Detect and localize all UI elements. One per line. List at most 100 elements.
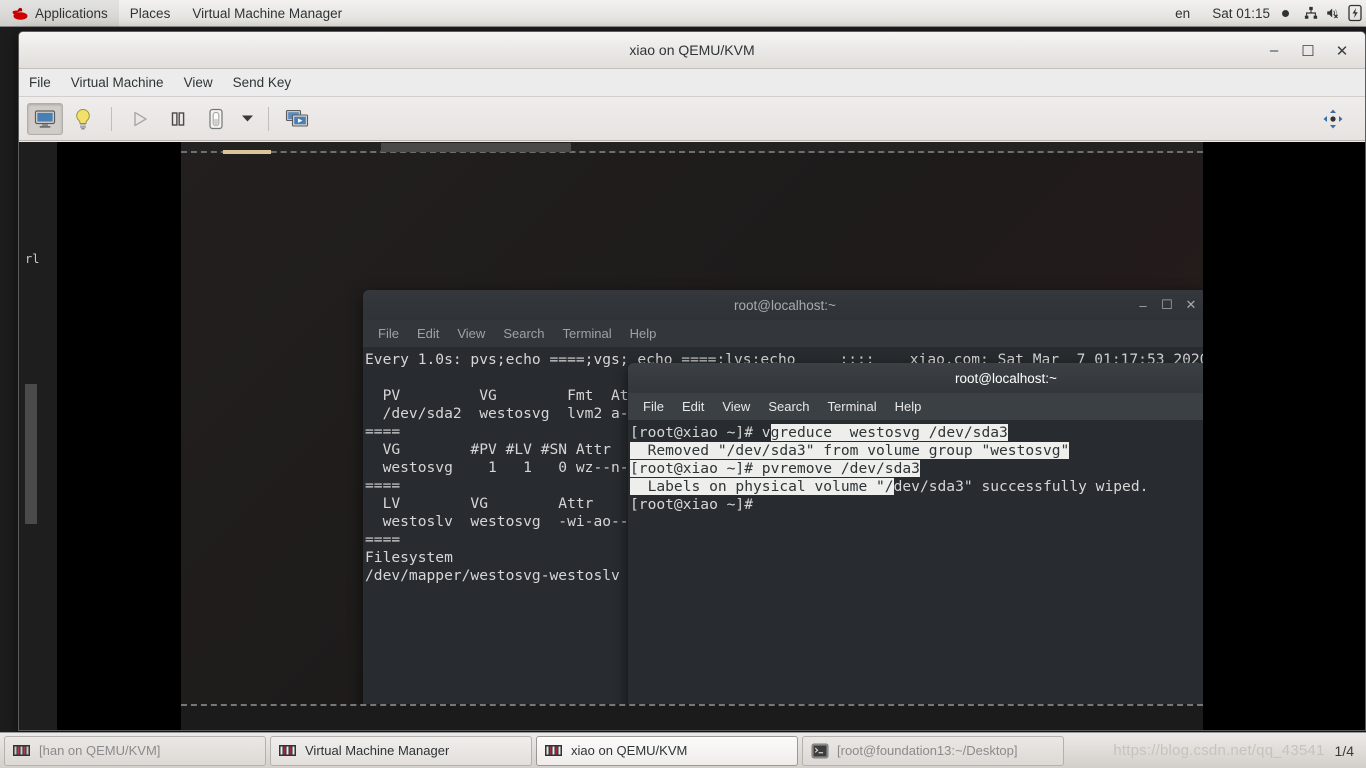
- virt-manager-window: xiao on QEMU/KVM – ☐ ✕ File Virtual Mach…: [18, 31, 1366, 731]
- vm-guest-panel-tab-b: [381, 143, 571, 152]
- places-menu[interactable]: Places: [119, 0, 182, 27]
- move-arrows-icon: [1323, 109, 1343, 128]
- terminal-line: Labels on physical volume "/dev/sda3" su…: [630, 478, 1203, 496]
- vmm-icon: [279, 743, 297, 759]
- background-terminal-menu-edit[interactable]: Edit: [408, 320, 448, 347]
- vmm-menu-send-key[interactable]: Send Key: [223, 69, 302, 97]
- foreground-terminal-menu-view[interactable]: View: [713, 393, 759, 420]
- applications-menu-label: Applications: [35, 5, 108, 21]
- gnome-top-panel: Applications Places Virtual Machine Mana…: [0, 0, 1366, 27]
- vmm-maximize-button[interactable]: ☐: [1291, 32, 1325, 69]
- background-terminal-menubar: File Edit View Search Terminal Help: [363, 320, 1203, 347]
- vm-console-viewport[interactable]: rl root@localhost:~ – ☐ ✕ File Edit View…: [19, 142, 1365, 730]
- volume-muted-icon[interactable]: [1322, 0, 1344, 27]
- vmm-titlebar[interactable]: xiao on QEMU/KVM – ☐ ✕: [19, 32, 1365, 69]
- play-icon: [134, 111, 147, 126]
- terminal-window-foreground[interactable]: root@localhost:~ – ☐ ✕ File Edit View Se…: [628, 363, 1203, 730]
- vmm-menu-view[interactable]: View: [174, 69, 223, 97]
- terminal-selected-text: greduce westosvg /dev/sda3: [770, 424, 1008, 441]
- redhat-icon: [11, 6, 28, 21]
- foreground-terminal-menu-help[interactable]: Help: [886, 393, 931, 420]
- shutdown-button[interactable]: [198, 103, 234, 135]
- taskbar-item-xiao-vm[interactable]: xiao on QEMU/KVM: [536, 735, 798, 766]
- shutdown-menu-button[interactable]: [236, 103, 258, 135]
- vmm-menu-file[interactable]: File: [19, 69, 61, 97]
- places-menu-label: Places: [129, 5, 171, 21]
- clock[interactable]: Sat 01:15: [1201, 0, 1300, 27]
- terminal-selected-text: Labels on physical volume "/: [630, 478, 894, 495]
- terminal-line: Removed "/dev/sda3" from volume group "w…: [630, 442, 1203, 460]
- console-view-button[interactable]: [27, 102, 63, 135]
- foreground-terminal-titlebar[interactable]: root@localhost:~ – ☐ ✕: [628, 363, 1203, 393]
- pause-icon: [171, 111, 185, 126]
- vmm-menubar: File Virtual Machine View Send Key: [19, 69, 1365, 97]
- terminal-text: [root@xiao ~]# v: [630, 424, 771, 441]
- vmm-minimize-button[interactable]: –: [1257, 32, 1291, 69]
- foreground-terminal-menu-terminal[interactable]: Terminal: [819, 393, 886, 420]
- keyboard-layout-indicator[interactable]: en: [1164, 0, 1201, 27]
- toolbar-right-area: [1315, 103, 1357, 135]
- taskbar-item-label: [root@foundation13:~/Desktop]: [837, 743, 1018, 758]
- terminal-selected-text: Removed "/dev/sda3" from volume group "w…: [630, 442, 1070, 459]
- watermark-text: https://blog.csdn.net/qq_43541: [1113, 742, 1325, 759]
- toolbar-separator-1: [111, 106, 112, 131]
- active-application-menu[interactable]: Virtual Machine Manager: [181, 0, 353, 27]
- background-terminal-menu-search[interactable]: Search: [494, 320, 553, 347]
- foreground-terminal-menu-search[interactable]: Search: [759, 393, 818, 420]
- snapshots-button[interactable]: [279, 103, 315, 135]
- terminal-selected-text: [root@xiao ~]# pvremove /dev/sda3: [630, 460, 920, 477]
- taskbar-item-foundation13-terminal[interactable]: [root@foundation13:~/Desktop]: [802, 735, 1064, 766]
- background-terminal-window-controls: – ☐ ✕: [1131, 290, 1203, 320]
- vm-edge-text: rl: [25, 252, 40, 266]
- background-terminal-close-button[interactable]: ✕: [1179, 290, 1203, 320]
- battery-icon[interactable]: [1344, 0, 1366, 27]
- notification-dot-icon: [1282, 9, 1289, 17]
- taskbar-item-label: Virtual Machine Manager: [305, 743, 450, 758]
- background-terminal-menu-terminal[interactable]: Terminal: [554, 320, 621, 347]
- vmm-toolbar: [19, 97, 1365, 141]
- fullscreen-button[interactable]: [1315, 103, 1351, 135]
- terminal-icon: [811, 743, 829, 759]
- workspace-indicator[interactable]: 1/4: [1335, 743, 1362, 759]
- applications-menu[interactable]: Applications: [0, 0, 119, 27]
- taskbar-item-han-vm[interactable]: [han on QEMU/KVM]: [4, 735, 266, 766]
- clock-label: Sat 01:15: [1212, 5, 1270, 21]
- terminal-line: [root@xiao ~]# vgreduce westosvg /dev/sd…: [630, 424, 1203, 442]
- vm-viewport-black-area: [57, 142, 181, 730]
- keyboard-layout-label: en: [1175, 5, 1191, 21]
- background-terminal-minimize-button[interactable]: –: [1131, 290, 1155, 320]
- foreground-terminal-output[interactable]: [root@xiao ~]# vgreduce westosvg /dev/sd…: [628, 420, 1203, 514]
- lightbulb-icon: [76, 108, 90, 129]
- show-details-button[interactable]: [65, 103, 101, 135]
- taskbar-item-label: xiao on QEMU/KVM: [571, 743, 688, 758]
- background-terminal-title: root@localhost:~: [734, 297, 836, 313]
- snapshots-icon: [285, 109, 309, 127]
- toolbar-separator-2: [268, 106, 269, 131]
- terminal-text: [root@xiao ~]#: [630, 496, 762, 513]
- background-terminal-titlebar[interactable]: root@localhost:~ – ☐ ✕: [363, 290, 1203, 320]
- run-button[interactable]: [122, 103, 158, 135]
- chevron-down-icon: [241, 115, 253, 122]
- taskbar-item-virtual-machine-manager[interactable]: Virtual Machine Manager: [270, 735, 532, 766]
- monitor-icon: [34, 109, 56, 128]
- vmm-icon: [13, 743, 31, 759]
- background-terminal-menu-view[interactable]: View: [448, 320, 494, 347]
- vm-edge-scrollbar: [25, 384, 37, 524]
- vmm-menu-virtual-machine[interactable]: Virtual Machine: [61, 69, 174, 97]
- terminal-line: [root@xiao ~]# pvremove /dev/sda3: [630, 460, 1203, 478]
- power-icon: [209, 108, 223, 129]
- background-terminal-maximize-button[interactable]: ☐: [1155, 290, 1179, 320]
- gnome-bottom-taskbar: [han on QEMU/KVM] Virtual Machine Manage…: [0, 732, 1366, 768]
- vmm-window-title: xiao on QEMU/KVM: [629, 42, 755, 58]
- vm-guest-bottom-panel: [181, 704, 1203, 730]
- background-terminal-menu-file[interactable]: File: [369, 320, 408, 347]
- vm-guest-top-panel: [181, 142, 1203, 154]
- background-terminal-menu-help[interactable]: Help: [621, 320, 666, 347]
- network-icon[interactable]: [1300, 0, 1322, 27]
- pause-button[interactable]: [160, 103, 196, 135]
- desktop-screen: Applications Places Virtual Machine Mana…: [0, 0, 1366, 768]
- foreground-terminal-menu-file[interactable]: File: [634, 393, 673, 420]
- vm-guest-desktop: root@localhost:~ – ☐ ✕ File Edit View Se…: [181, 142, 1203, 730]
- vmm-close-button[interactable]: ✕: [1325, 32, 1359, 69]
- foreground-terminal-menu-edit[interactable]: Edit: [673, 393, 713, 420]
